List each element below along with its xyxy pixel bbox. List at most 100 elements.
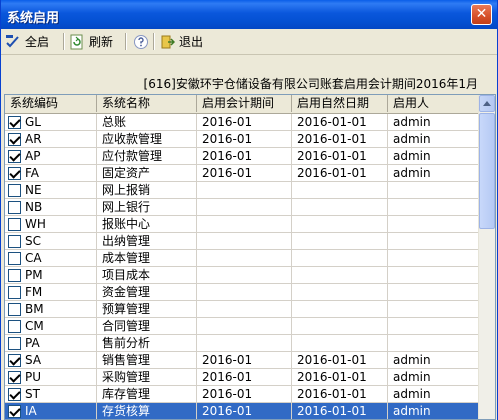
- column-header-name[interactable]: 系统名称: [97, 95, 197, 112]
- cell-code: NB: [5, 199, 97, 215]
- table-row[interactable]: ST 库存管理 2016-01 2016-01-01 admin: [5, 386, 480, 403]
- enable-checkbox[interactable]: [8, 133, 21, 146]
- system-name: 合同管理: [97, 318, 197, 334]
- system-code: AR: [25, 132, 42, 146]
- toolbar-separator: [63, 33, 65, 50]
- table-row[interactable]: SC 出纳管理: [5, 233, 480, 250]
- table-row[interactable]: FM 资金管理: [5, 284, 480, 301]
- enable-user: [388, 233, 480, 249]
- enable-date: [292, 284, 388, 300]
- enable-checkbox[interactable]: [8, 235, 21, 248]
- exit-icon: [159, 34, 175, 50]
- enable-user: [388, 216, 480, 232]
- enable-user: admin: [388, 369, 480, 385]
- enable-checkbox[interactable]: [8, 252, 21, 265]
- enable-checkbox[interactable]: [8, 371, 21, 384]
- refresh-button[interactable]: 刷新: [69, 32, 113, 51]
- enable-period: 2016-01: [197, 148, 292, 164]
- cell-code: PA: [5, 335, 97, 351]
- account-info-line: [616]安徽环宇仓储设备有限公司账套启用会计期间2016年1月: [143, 77, 478, 91]
- cell-code: CA: [5, 250, 97, 266]
- enable-checkbox[interactable]: [8, 184, 21, 197]
- enable-checkbox[interactable]: [8, 269, 21, 282]
- table-row[interactable]: FA 固定资产 2016-01 2016-01-01 admin: [5, 165, 480, 182]
- table-row[interactable]: PU 采购管理 2016-01 2016-01-01 admin: [5, 369, 480, 386]
- enable-checkbox[interactable]: [8, 337, 21, 350]
- enable-date: [292, 301, 388, 317]
- enable-checkbox[interactable]: [8, 320, 21, 333]
- system-name: 网上银行: [97, 199, 197, 215]
- exit-button[interactable]: 退出: [159, 32, 203, 51]
- scroll-up-button[interactable]: [479, 95, 495, 112]
- enable-date: 2016-01-01: [292, 369, 388, 385]
- table-row[interactable]: PA 售前分析: [5, 335, 480, 352]
- enable-all-label: 全启: [25, 35, 50, 49]
- system-name: 报账中心: [97, 216, 197, 232]
- enable-date: [292, 216, 388, 232]
- close-button[interactable]: ✕: [471, 4, 492, 25]
- table-row[interactable]: BM 预算管理: [5, 301, 480, 318]
- enable-user: admin: [388, 148, 480, 164]
- cell-code: IA: [5, 403, 97, 419]
- system-name: 总账: [97, 114, 197, 130]
- system-name: 成本管理: [97, 250, 197, 266]
- system-name: 固定资产: [97, 165, 197, 181]
- system-name: 售前分析: [97, 335, 197, 351]
- enable-checkbox[interactable]: [8, 167, 21, 180]
- table-row[interactable]: CA 成本管理: [5, 250, 480, 267]
- enable-period: 2016-01: [197, 352, 292, 368]
- toolbar-separator: [153, 33, 155, 50]
- window-title: 系统启用: [7, 11, 60, 26]
- system-code: FA: [25, 166, 40, 180]
- system-code: AP: [25, 149, 41, 163]
- cell-code: GL: [5, 114, 97, 130]
- column-header-date[interactable]: 启用自然日期: [292, 95, 388, 112]
- enable-date: [292, 335, 388, 351]
- table-row[interactable]: AP 应付款管理 2016-01 2016-01-01 admin: [5, 148, 480, 165]
- table-row[interactable]: PM 项目成本: [5, 267, 480, 284]
- enable-period: [197, 182, 292, 198]
- table-row[interactable]: CM 合同管理: [5, 318, 480, 335]
- enable-checkbox[interactable]: [8, 150, 21, 163]
- enable-user: admin: [388, 114, 480, 130]
- scrollbar-thumb[interactable]: [479, 113, 495, 229]
- enable-checkbox[interactable]: [8, 116, 21, 129]
- table-row[interactable]: NE 网上报销: [5, 182, 480, 199]
- column-header-period[interactable]: 启用会计期间: [197, 95, 292, 112]
- enable-checkbox[interactable]: [8, 218, 21, 231]
- enable-period: 2016-01: [197, 403, 292, 419]
- enable-period: 2016-01: [197, 369, 292, 385]
- table-row[interactable]: WH 报账中心: [5, 216, 480, 233]
- vertical-scrollbar[interactable]: [478, 95, 495, 419]
- system-code: PM: [25, 268, 43, 282]
- enable-date: [292, 250, 388, 266]
- enable-period: [197, 199, 292, 215]
- help-icon: [133, 34, 149, 50]
- column-header-user[interactable]: 启用人: [388, 95, 480, 112]
- table-row[interactable]: AR 应收款管理 2016-01 2016-01-01 admin: [5, 131, 480, 148]
- table-row[interactable]: IA 存货核算 2016-01 2016-01-01 admin: [5, 403, 480, 419]
- cell-code: BM: [5, 301, 97, 317]
- enable-checkbox[interactable]: [8, 201, 21, 214]
- enable-all-button[interactable]: 全启: [5, 32, 49, 51]
- enable-date: [292, 318, 388, 334]
- enable-checkbox[interactable]: [8, 405, 21, 418]
- enable-checkbox[interactable]: [8, 303, 21, 316]
- column-header-code[interactable]: 系统编码: [5, 95, 97, 112]
- enable-user: [388, 182, 480, 198]
- table-row[interactable]: NB 网上银行: [5, 199, 480, 216]
- table-row[interactable]: GL 总账 2016-01 2016-01-01 admin: [5, 114, 480, 131]
- enable-user: admin: [388, 352, 480, 368]
- enable-checkbox[interactable]: [8, 388, 21, 401]
- help-button[interactable]: [133, 32, 153, 51]
- enable-checkbox[interactable]: [8, 354, 21, 367]
- system-enable-window: 系统启用 ✕ 全启 刷新 退出 [616]安徽环宇仓储设备有限公司账套启用会计期…: [0, 0, 498, 420]
- refresh-icon: [69, 34, 85, 50]
- enable-user: [388, 335, 480, 351]
- table-row[interactable]: SA 销售管理 2016-01 2016-01-01 admin: [5, 352, 480, 369]
- system-code: NE: [25, 183, 42, 197]
- enable-checkbox[interactable]: [8, 286, 21, 299]
- system-code: SA: [25, 353, 42, 367]
- title-bar[interactable]: 系统启用 ✕: [1, 0, 497, 29]
- system-code: WH: [25, 217, 46, 231]
